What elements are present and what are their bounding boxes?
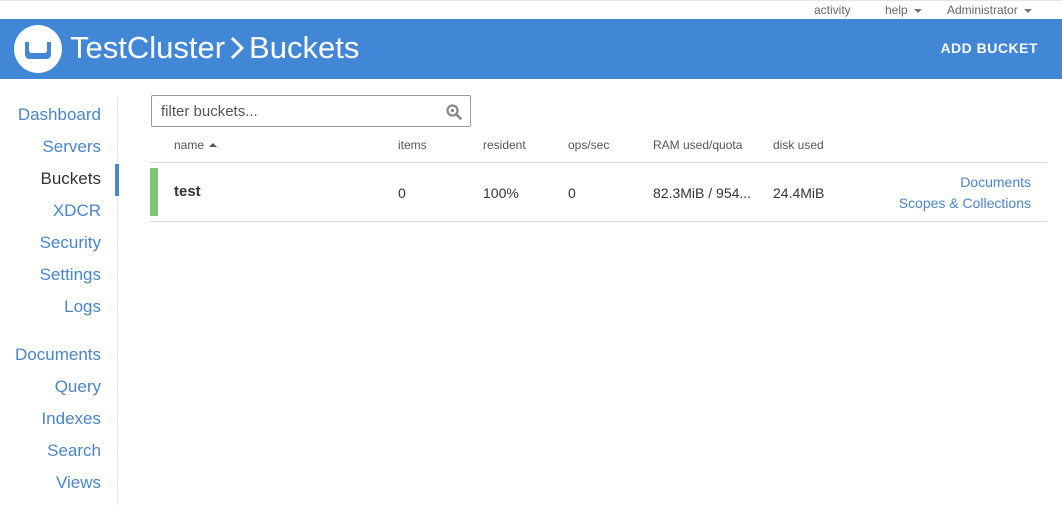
bucket-ram: 82.3MiB / 954... [653,185,752,201]
bucket-ops: 0 [568,185,576,201]
add-bucket-button[interactable]: ADD BUCKET [940,40,1038,56]
chevron-right-icon [229,28,245,68]
column-header-ops[interactable]: ops/sec [568,138,609,152]
table-divider [150,162,1047,163]
sidebar-item-search[interactable]: Search [47,439,101,463]
top-utility-bar: activity help Administrator [0,0,1062,19]
page-title: Buckets [249,30,360,65]
bucket-items: 0 [398,185,406,201]
breadcrumb: TestCluster Buckets [70,28,359,68]
couchbase-logo-icon[interactable] [14,25,62,73]
activity-link[interactable]: activity [814,3,851,17]
bucket-disk: 24.4MiB [773,185,825,201]
sidebar-item-security[interactable]: Security [40,231,101,255]
sidebar-item-query[interactable]: Query [55,375,101,399]
sidebar-item-indexes[interactable]: Indexes [41,407,101,431]
column-header-label: name [174,138,205,152]
filter-buckets-box [151,95,471,127]
filter-buckets-input[interactable] [161,96,441,126]
column-header-name[interactable]: name [174,138,218,152]
help-menu[interactable]: help [885,3,922,17]
help-label: help [885,3,908,17]
documents-link[interactable]: Documents [960,174,1031,190]
bucket-resident: 100% [483,185,519,201]
bucket-name[interactable]: test [174,183,201,200]
sidebar-item-servers[interactable]: Servers [42,135,101,159]
sidebar-item-logs[interactable]: Logs [64,295,101,319]
breadcrumb-cluster[interactable]: TestCluster [70,30,225,65]
user-menu[interactable]: Administrator [947,3,1032,17]
active-nav-indicator [115,164,119,196]
column-header-ram[interactable]: RAM used/quota [653,138,742,152]
sidebar-item-documents[interactable]: Documents [15,343,101,367]
scopes-collections-link[interactable]: Scopes & Collections [899,195,1031,211]
bucket-status-indicator [150,168,158,216]
column-header-resident[interactable]: resident [483,138,526,152]
sidebar-item-buckets[interactable]: Buckets [41,167,101,191]
column-header-disk[interactable]: disk used [773,138,824,152]
user-label: Administrator [947,3,1018,17]
search-icon[interactable] [446,104,462,120]
table-divider [150,221,1047,222]
sidebar-item-views[interactable]: Views [56,471,101,495]
column-header-items[interactable]: items [398,138,427,152]
chevron-down-icon [913,8,922,13]
page-header: TestCluster Buckets ADD BUCKET [0,19,1062,79]
sidebar-item-xdcr[interactable]: XDCR [53,199,101,223]
sidebar-nav: Dashboard Servers Buckets XDCR Security … [0,96,119,505]
sidebar-item-dashboard[interactable]: Dashboard [18,103,101,127]
sidebar-item-settings[interactable]: Settings [40,263,101,287]
sort-ascending-icon [209,143,218,147]
chevron-down-icon [1023,8,1032,13]
